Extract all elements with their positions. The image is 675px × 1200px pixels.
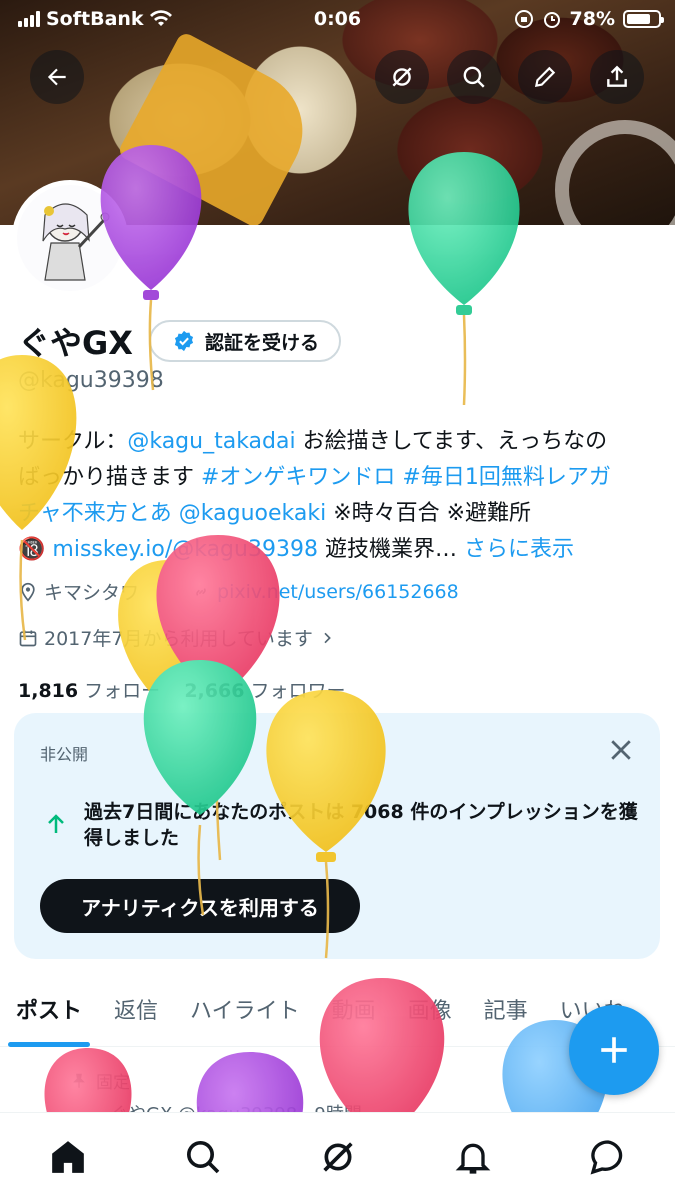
bio-text: ※時々百合 ※避難所: [326, 501, 532, 526]
website-link[interactable]: pixiv.net/users/66152668: [217, 581, 459, 603]
bio-url-link[interactable]: misskey.io/@kagu39398: [52, 537, 318, 562]
search-icon: [186, 1140, 219, 1173]
chevron-right-icon: [324, 632, 331, 643]
nav-messages[interactable]: [578, 1127, 638, 1187]
alarm-icon: [543, 12, 560, 28]
bio-hashtag-link[interactable]: チャ不来方とあ: [18, 501, 172, 526]
banner-cheese: [116, 30, 324, 225]
profile-bio: サークル：@kagu_takadai お絵描きしてます、えっちなの ばっかり描き…: [18, 424, 658, 568]
compose-button[interactable]: [569, 1005, 659, 1095]
user-handle: @kagu39398: [18, 368, 164, 393]
location-text: キマシタワ: [44, 582, 140, 604]
search-icon: [463, 66, 485, 88]
avatar[interactable]: [12, 180, 128, 296]
search-button[interactable]: [447, 50, 501, 104]
pencil-icon: [534, 66, 556, 88]
tab-highlights[interactable]: ハイライト: [174, 985, 316, 1047]
tab-articles[interactable]: 記事: [468, 985, 544, 1047]
following-label: フォロー: [78, 680, 161, 702]
grok-icon: [392, 67, 412, 87]
verified-badge-icon: [174, 330, 194, 352]
grok-icon: [322, 1141, 353, 1172]
bell-icon: [455, 1143, 490, 1174]
bio-mention-link[interactable]: @kaguoekaki: [172, 501, 326, 526]
show-more-link[interactable]: さらに表示: [464, 537, 574, 562]
bio-hashtag-link[interactable]: #オンゲキワンドロ #毎日1回無料レアガ: [201, 465, 611, 490]
bio-mention-link[interactable]: @kagu_takadai: [127, 429, 295, 454]
avatar-illustration: [17, 185, 123, 291]
nav-grok[interactable]: [308, 1127, 368, 1187]
close-icon[interactable]: [606, 735, 636, 765]
pin-icon: [73, 1073, 85, 1088]
battery-percent: 78%: [569, 8, 615, 30]
get-verified-button[interactable]: 認証を受ける: [148, 320, 341, 362]
link-icon: [196, 587, 206, 596]
bio-text: お絵描きしてます、えっちなの: [295, 429, 608, 454]
arrow-up-icon: [48, 814, 64, 833]
banner-plate: [555, 120, 675, 225]
battery-icon: [623, 10, 664, 28]
followers-link[interactable]: 2,666 フォロワー: [184, 680, 345, 702]
joined-text: 2017年7月から利用しています: [44, 628, 313, 650]
bio-text: サークル：: [18, 429, 128, 454]
following-link[interactable]: 1,816 フォロー: [18, 680, 160, 702]
pinned-indicator: 固定: [70, 1068, 130, 1093]
message-icon: [590, 1139, 622, 1175]
orientation-lock-icon: [514, 10, 533, 28]
analytics-button[interactable]: アナリティクスを利用する: [40, 879, 360, 933]
follow-counts: 1,816 フォロー 2,666 フォロワー: [18, 676, 345, 703]
nav-home[interactable]: [38, 1127, 98, 1187]
pinned-label: 固定: [96, 1073, 130, 1093]
edit-button[interactable]: [518, 50, 572, 104]
tab-posts[interactable]: ポスト: [0, 985, 98, 1047]
back-button[interactable]: [30, 50, 84, 104]
status-bar: SoftBank 0:06 78%: [0, 0, 675, 38]
impressions-text: 過去7日間にあなたのポストは 7068 件のインプレッションを獲得しました: [84, 801, 638, 849]
plus-icon: [601, 1037, 627, 1063]
share-icon: [607, 65, 627, 87]
followers-label: フォロワー: [244, 680, 346, 702]
bio-text: 遊技機業界…: [317, 537, 464, 562]
display-name: ぐやGX: [18, 324, 133, 362]
tab-videos[interactable]: 動画: [316, 985, 392, 1047]
home-icon: [51, 1140, 84, 1173]
followers-count: 2,666: [184, 680, 245, 702]
share-button[interactable]: [590, 50, 644, 104]
get-verified-label: 認証を受ける: [204, 331, 319, 354]
adult-icon: 🔞: [18, 537, 46, 562]
nav-notifications[interactable]: [443, 1127, 503, 1187]
profile-location-row: キマシタワ pixiv.net/users/66152668: [18, 578, 459, 605]
nav-search[interactable]: [173, 1127, 233, 1187]
location-pin-icon: [21, 582, 35, 602]
following-count: 1,816: [18, 680, 79, 702]
calendar-icon: [19, 630, 37, 646]
bio-text: ばっかり描きます: [18, 465, 201, 490]
analytics-card: 非公開 過去7日間にあなたのポストは 7068 件のインプレッションを獲得しまし…: [14, 713, 660, 959]
tab-images[interactable]: 画像: [392, 985, 468, 1047]
tab-replies[interactable]: 返信: [98, 985, 174, 1047]
grok-button[interactable]: [375, 50, 429, 104]
arrow-left-icon: [47, 68, 66, 86]
private-label: 非公開: [40, 745, 89, 764]
bottom-navigation: [0, 1112, 675, 1200]
joined-date-row[interactable]: 2017年7月から利用しています: [18, 624, 335, 651]
